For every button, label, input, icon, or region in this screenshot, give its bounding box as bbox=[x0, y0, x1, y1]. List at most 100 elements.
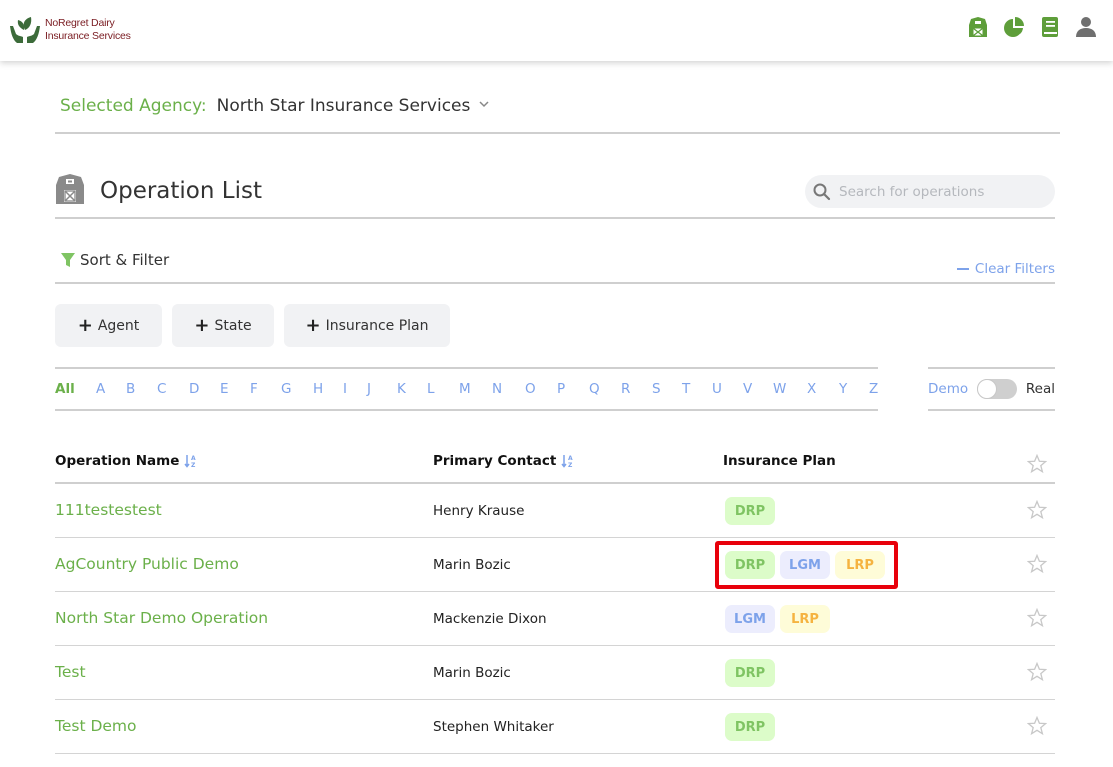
table-row[interactable]: Test Marin Bozic DRP bbox=[55, 646, 1055, 700]
filter-label: State bbox=[214, 317, 252, 334]
svg-text:Z: Z bbox=[568, 462, 573, 468]
alphabet-filter: All A B C D E F G H I J K L M N O P Q R S T U V W X Y Z bbox=[55, 367, 878, 411]
plan-badge-drp: DRP bbox=[725, 551, 775, 579]
star-icon[interactable] bbox=[1027, 608, 1047, 628]
alphabet-letter-c[interactable]: C bbox=[157, 381, 166, 397]
search-input[interactable] bbox=[839, 183, 1049, 200]
alphabet-letter-y[interactable]: Y bbox=[839, 381, 847, 397]
clear-filters-button[interactable]: Clear Filters bbox=[956, 261, 1055, 277]
header-label: Operation Name bbox=[55, 453, 180, 469]
alphabet-letter-all[interactable]: All bbox=[55, 381, 75, 397]
logo[interactable]: NoRegret Dairy Insurance Services bbox=[8, 14, 131, 46]
alphabet-letter-s[interactable]: S bbox=[652, 381, 661, 397]
alphabet-letter-o[interactable]: O bbox=[525, 381, 536, 397]
alphabet-letter-u[interactable]: U bbox=[712, 381, 722, 397]
star-icon[interactable] bbox=[1027, 554, 1047, 574]
alphabet-letter-h[interactable]: H bbox=[313, 381, 323, 397]
operation-name-link[interactable]: 111testestest bbox=[55, 501, 162, 519]
alphabet-letter-l[interactable]: L bbox=[427, 381, 435, 397]
hands-leaf-icon bbox=[10, 17, 40, 43]
star-icon[interactable] bbox=[1027, 716, 1047, 736]
sort-filter-row: Sort & Filter Clear Filters bbox=[55, 248, 1055, 284]
agency-selector[interactable]: Selected Agency: North Star Insurance Se… bbox=[55, 96, 1060, 134]
alphabet-letter-q[interactable]: Q bbox=[589, 381, 600, 397]
header-label: Primary Contact bbox=[433, 453, 557, 469]
alphabet-letter-g[interactable]: G bbox=[281, 381, 291, 397]
table-row[interactable]: North Star Demo Operation Mackenzie Dixon… bbox=[55, 592, 1055, 646]
primary-contact: Stephen Whitaker bbox=[433, 719, 554, 735]
filter-icon bbox=[61, 253, 75, 267]
alphabet-letter-w[interactable]: W bbox=[773, 381, 786, 397]
logo-line-2: Insurance Services bbox=[45, 30, 131, 42]
plus-icon: + bbox=[194, 315, 210, 336]
plan-badge-lgm: LGM bbox=[725, 605, 775, 633]
alphabet-letter-r[interactable]: R bbox=[621, 381, 630, 397]
alphabet-letter-m[interactable]: M bbox=[459, 381, 471, 397]
insurance-plans: DRP LGM LRP bbox=[725, 551, 885, 579]
alphabet-letter-b[interactable]: B bbox=[126, 381, 135, 397]
demo-label: Demo bbox=[928, 381, 969, 397]
star-icon[interactable] bbox=[1027, 454, 1047, 474]
plan-badge-drp: DRP bbox=[725, 713, 775, 741]
operation-name-link[interactable]: North Star Demo Operation bbox=[55, 609, 268, 627]
add-insurance-plan-filter-button[interactable]: + Insurance Plan bbox=[284, 304, 450, 347]
search-box[interactable] bbox=[805, 175, 1055, 208]
insurance-plans: DRP bbox=[725, 659, 775, 687]
alphabet-letter-p[interactable]: P bbox=[557, 381, 565, 397]
chevron-down-icon[interactable] bbox=[478, 98, 490, 110]
header-primary-contact[interactable]: Primary Contact AZ bbox=[433, 453, 575, 469]
sort-alpha-icon[interactable]: AZ bbox=[561, 454, 575, 468]
plus-icon: + bbox=[77, 315, 93, 336]
sort-filter-text: Sort & Filter bbox=[80, 251, 170, 269]
demo-real-toggle[interactable] bbox=[977, 379, 1017, 399]
alphabet-letter-i[interactable]: I bbox=[343, 381, 347, 397]
primary-contact: Marin Bozic bbox=[433, 557, 511, 573]
operation-list-header: Operation List bbox=[55, 170, 1055, 219]
primary-contact: Henry Krause bbox=[433, 503, 525, 519]
clear-filters-label: Clear Filters bbox=[974, 261, 1055, 277]
plan-badge-drp: DRP bbox=[725, 497, 775, 525]
svg-text:A: A bbox=[191, 455, 196, 462]
agency-value[interactable]: North Star Insurance Services bbox=[217, 96, 471, 116]
minus-icon bbox=[956, 267, 969, 271]
alphabet-letter-e[interactable]: E bbox=[220, 381, 229, 397]
table-row[interactable]: AgCountry Public Demo Marin Bozic DRP LGM LR… bbox=[55, 538, 1055, 592]
header-insurance-plan: Insurance Plan bbox=[723, 453, 836, 469]
alphabet-letter-z[interactable]: Z bbox=[869, 381, 878, 397]
primary-contact: Mackenzie Dixon bbox=[433, 611, 547, 627]
alphabet-letter-j[interactable]: J bbox=[367, 381, 371, 397]
search-icon bbox=[813, 183, 831, 200]
plan-badge-lrp: LRP bbox=[780, 605, 830, 633]
sort-alpha-icon[interactable]: AZ bbox=[184, 454, 198, 468]
alphabet-letter-k[interactable]: K bbox=[397, 381, 406, 397]
alphabet-letter-v[interactable]: V bbox=[743, 381, 752, 397]
alphabet-letter-a[interactable]: A bbox=[96, 381, 105, 397]
add-state-filter-button[interactable]: + State bbox=[172, 304, 274, 347]
alphabet-letter-d[interactable]: D bbox=[189, 381, 199, 397]
alphabet-letter-x[interactable]: X bbox=[807, 381, 816, 397]
demo-real-toggle-group: Demo Real bbox=[928, 367, 1055, 411]
filter-label: Agent bbox=[97, 317, 140, 334]
star-icon[interactable] bbox=[1027, 500, 1047, 520]
alphabet-letter-t[interactable]: T bbox=[682, 381, 690, 397]
user-icon[interactable] bbox=[1075, 16, 1097, 38]
header-operation-name[interactable]: Operation Name AZ bbox=[55, 453, 198, 469]
alphabet-letter-n[interactable]: N bbox=[492, 381, 502, 397]
table-row[interactable]: Test Demo Stephen Whitaker DRP bbox=[55, 700, 1055, 754]
svg-text:A: A bbox=[568, 455, 573, 462]
operation-name-link[interactable]: AgCountry Public Demo bbox=[55, 555, 239, 573]
real-label: Real bbox=[1025, 381, 1055, 397]
insurance-plans: DRP bbox=[725, 497, 775, 525]
plan-badge-drp: DRP bbox=[725, 659, 775, 687]
star-icon[interactable] bbox=[1027, 662, 1047, 682]
sort-filter-label[interactable]: Sort & Filter bbox=[60, 251, 169, 269]
page-title: Operation List bbox=[100, 178, 262, 204]
operation-name-link[interactable]: Test Demo bbox=[55, 717, 137, 735]
operation-name-link[interactable]: Test bbox=[55, 663, 86, 681]
barn-icon[interactable] bbox=[967, 16, 989, 38]
alphabet-letter-f[interactable]: F bbox=[250, 381, 258, 397]
add-agent-filter-button[interactable]: + Agent bbox=[55, 304, 162, 347]
book-icon[interactable] bbox=[1039, 16, 1061, 38]
table-row[interactable]: 111testestest Henry Krause DRP bbox=[55, 484, 1055, 538]
pie-chart-icon[interactable] bbox=[1003, 16, 1025, 38]
